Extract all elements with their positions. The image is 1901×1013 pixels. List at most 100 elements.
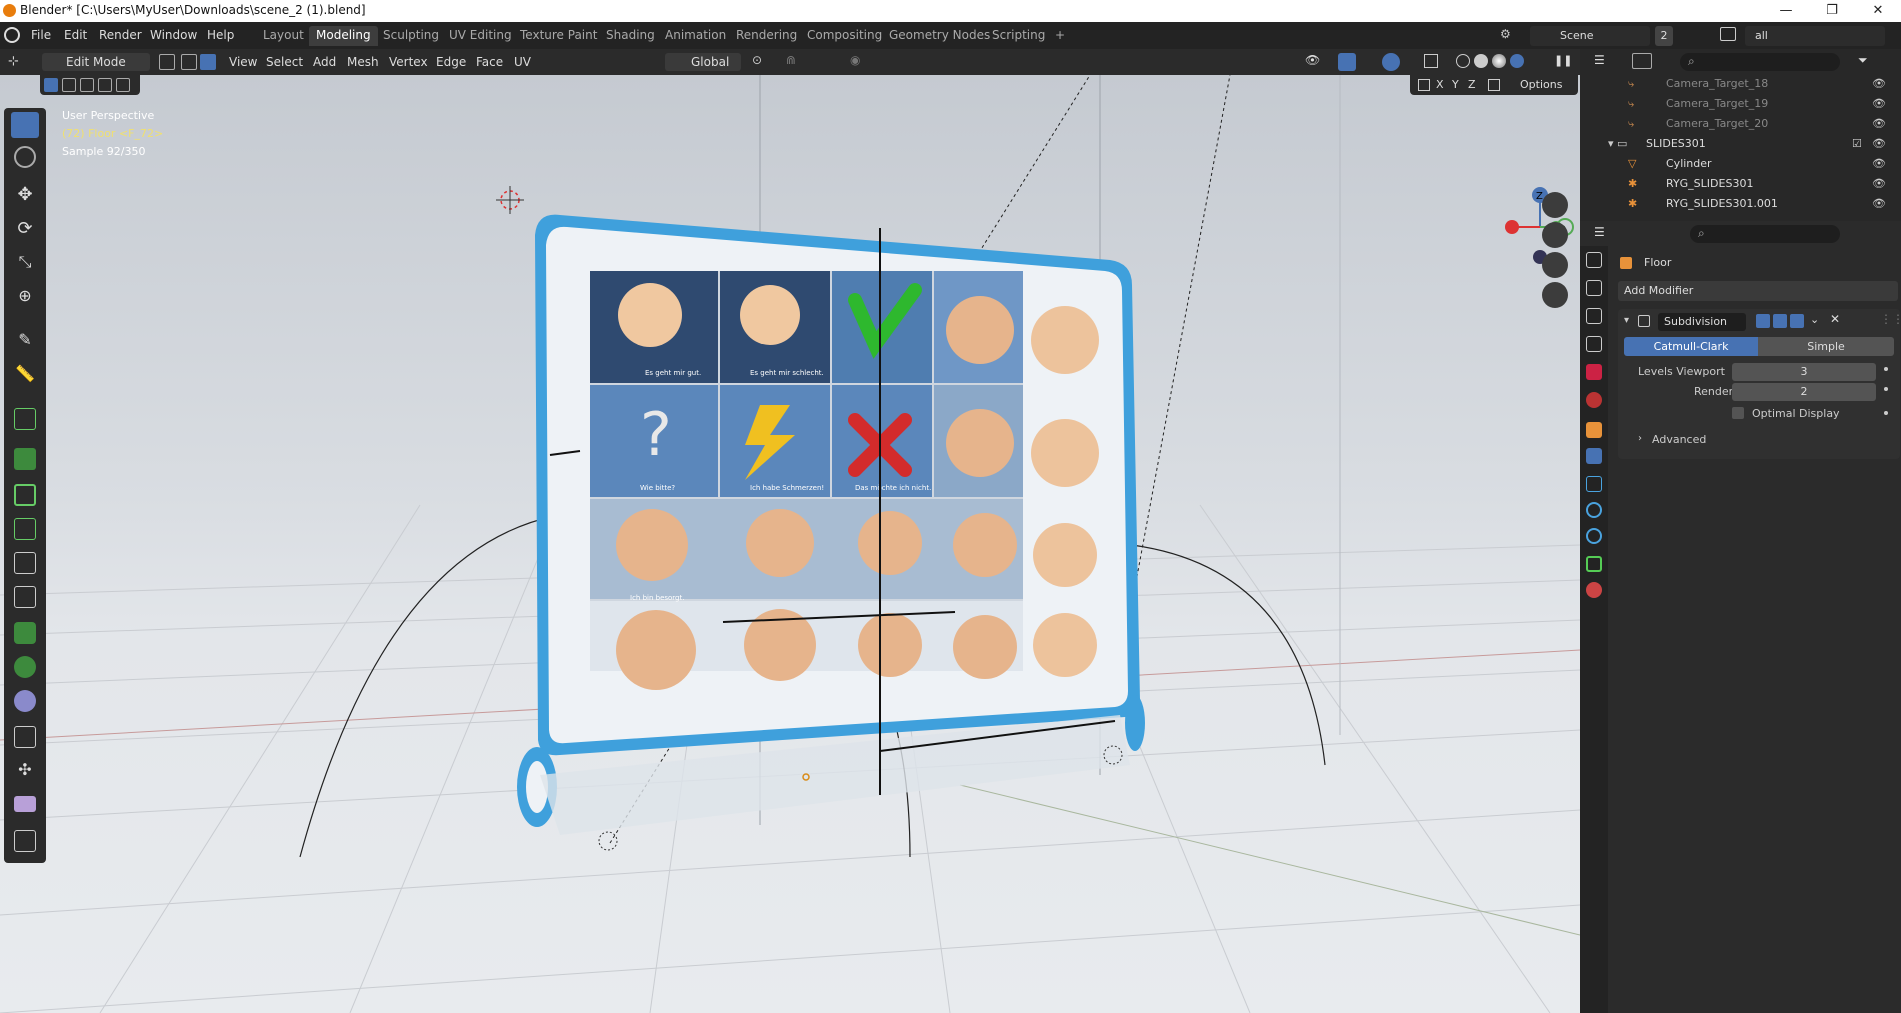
- shrink-fatten-tool-icon[interactable]: ✣: [11, 760, 39, 786]
- maximize-button[interactable]: ❐: [1809, 0, 1855, 22]
- scale-tool-icon[interactable]: ⤡: [11, 252, 39, 278]
- axis-y-toggle[interactable]: Y: [1452, 78, 1459, 91]
- keyframe-dot-icon[interactable]: [1884, 387, 1888, 391]
- inset-tool-icon[interactable]: [14, 484, 36, 506]
- outliner-search-input[interactable]: ⌕: [1680, 53, 1840, 71]
- camera-view-icon[interactable]: [1542, 252, 1568, 278]
- close-button[interactable]: ✕: [1855, 0, 1901, 22]
- face-select-button[interactable]: [200, 54, 216, 70]
- menu-edit[interactable]: Edit: [64, 28, 87, 42]
- render-levels-field[interactable]: 2: [1732, 383, 1876, 401]
- auto-merge-icon[interactable]: [1488, 79, 1500, 91]
- menu-window[interactable]: Window: [150, 28, 197, 42]
- material-tab-icon[interactable]: [1586, 582, 1602, 598]
- outliner-row[interactable]: ✱ RYG_SLIDES301.001 👁: [1580, 194, 1901, 214]
- add-workspace-button[interactable]: +: [1048, 26, 1072, 46]
- pivot-point-icon[interactable]: ⊙: [752, 53, 780, 71]
- object-tab-icon[interactable]: [1586, 422, 1602, 438]
- levels-viewport-field[interactable]: 3: [1732, 363, 1876, 381]
- scene-icon[interactable]: ⚙: [1500, 27, 1516, 43]
- edge-slide-tool-icon[interactable]: [14, 726, 36, 748]
- poly-build-tool-icon[interactable]: [14, 622, 36, 644]
- add-modifier-button[interactable]: Add Modifier: [1618, 281, 1898, 301]
- 3d-cursor[interactable]: [496, 186, 524, 214]
- scene-selector[interactable]: Scene 2: [1530, 26, 1673, 46]
- mirror-icon[interactable]: [1418, 79, 1430, 91]
- minimize-button[interactable]: —: [1763, 0, 1809, 22]
- keyframe-dot-icon[interactable]: [1884, 367, 1888, 371]
- knife-tool-icon[interactable]: [14, 586, 36, 608]
- constraints-tab-icon[interactable]: [1586, 528, 1602, 544]
- annotate-tool-icon[interactable]: ✎: [11, 330, 39, 356]
- 3d-viewport[interactable]: ? Es geht mir gut. Es geht mir schlecht.…: [0, 75, 1580, 1013]
- vertex-select-button[interactable]: [159, 54, 175, 70]
- pan-view-icon[interactable]: [1542, 222, 1568, 248]
- modifier-name-input[interactable]: Subdivision: [1658, 313, 1746, 331]
- shear-tool-icon[interactable]: [14, 796, 36, 812]
- visibility-eye-icon[interactable]: 👁: [1872, 157, 1886, 170]
- realtime-toggle-icon[interactable]: [1773, 314, 1787, 328]
- bevel-tool-icon[interactable]: [14, 518, 36, 540]
- tab-texture-paint[interactable]: Texture Paint: [513, 26, 604, 46]
- outliner-row[interactable]: ⤷ Camera_Target_20 👁: [1580, 114, 1901, 134]
- rip-region-tool-icon[interactable]: [14, 830, 36, 852]
- select-extend-icon[interactable]: [62, 78, 76, 92]
- keyframe-dot-icon[interactable]: [1884, 411, 1888, 415]
- world-tab-icon[interactable]: [1586, 392, 1602, 408]
- scene-tab-icon[interactable]: [1586, 364, 1602, 380]
- view-layer-tab-icon[interactable]: [1586, 336, 1602, 352]
- tab-sculpting[interactable]: Sculpting: [376, 26, 446, 46]
- object-name-field[interactable]: Floor: [1644, 256, 1671, 269]
- transform-tool-icon[interactable]: ⊕: [11, 286, 39, 312]
- select-intersect-icon[interactable]: [116, 78, 130, 92]
- view-menu[interactable]: View: [225, 53, 261, 71]
- render-toggle-icon[interactable]: [1790, 314, 1804, 328]
- outliner-row[interactable]: ⤷ Camera_Target_18 👁: [1580, 74, 1901, 94]
- visibility-eye-icon[interactable]: 👁: [1872, 177, 1886, 190]
- remove-modifier-icon[interactable]: ✕: [1830, 312, 1840, 326]
- properties-search-input[interactable]: ⌕: [1690, 225, 1840, 243]
- view-layer-selector[interactable]: all: [1745, 26, 1885, 46]
- render-tab-icon[interactable]: [1586, 280, 1602, 296]
- simple-button[interactable]: Simple: [1758, 337, 1894, 356]
- navigation-gizmo[interactable]: Z: [1500, 185, 1580, 265]
- edge-select-button[interactable]: [181, 54, 197, 70]
- xray-toggle-icon[interactable]: [1424, 54, 1438, 68]
- menu-help[interactable]: Help: [207, 28, 234, 42]
- particles-tab-icon[interactable]: [1586, 476, 1602, 492]
- pause-render-icon[interactable]: ❚❚: [1554, 54, 1572, 68]
- collapse-chevron-icon[interactable]: ▾: [1624, 315, 1629, 326]
- properties-editor-icon[interactable]: ☰: [1594, 225, 1614, 241]
- select-box-tool-icon[interactable]: [11, 112, 39, 138]
- snap-icon[interactable]: ⋒: [786, 53, 814, 71]
- select-new-icon[interactable]: [44, 78, 58, 92]
- extrude-tool-icon[interactable]: [14, 448, 36, 470]
- rendered-shading-icon[interactable]: [1510, 54, 1524, 68]
- checkbox-icon[interactable]: ☑: [1852, 137, 1862, 150]
- face-menu[interactable]: Face: [472, 53, 507, 71]
- material-shading-icon[interactable]: [1492, 54, 1506, 68]
- rotate-tool-icon[interactable]: ⟳: [11, 218, 39, 244]
- select-subtract-icon[interactable]: [80, 78, 94, 92]
- visibility-eye-icon[interactable]: 👁: [1872, 77, 1886, 90]
- physics-tab-icon[interactable]: [1586, 502, 1602, 518]
- smooth-tool-icon[interactable]: [14, 690, 36, 712]
- optimal-display-checkbox[interactable]: [1732, 407, 1744, 419]
- options-dropdown[interactable]: Options: [1520, 78, 1562, 91]
- blender-menu-icon[interactable]: [4, 27, 20, 43]
- catmull-clark-button[interactable]: Catmull-Clark: [1624, 337, 1758, 356]
- tab-animation[interactable]: Animation: [658, 26, 733, 46]
- tab-uv-editing[interactable]: UV Editing: [442, 26, 519, 46]
- advanced-chevron-icon[interactable]: ›: [1638, 433, 1642, 444]
- measure-tool-icon[interactable]: 📏: [11, 364, 39, 390]
- axis-x-toggle[interactable]: X: [1436, 78, 1444, 91]
- tool-tab-icon[interactable]: [1586, 252, 1602, 268]
- outliner-row[interactable]: ⤷ Camera_Target_19 👁: [1580, 94, 1901, 114]
- add-cube-tool-icon[interactable]: [14, 408, 36, 430]
- visibility-eye-icon[interactable]: 👁: [1872, 97, 1886, 110]
- gizmo-toggle-icon[interactable]: [1338, 53, 1356, 71]
- select-invert-icon[interactable]: [98, 78, 112, 92]
- perspective-toggle-icon[interactable]: [1542, 282, 1568, 308]
- mode-selector[interactable]: Edit Mode: [42, 53, 150, 71]
- menu-file[interactable]: File: [31, 28, 51, 42]
